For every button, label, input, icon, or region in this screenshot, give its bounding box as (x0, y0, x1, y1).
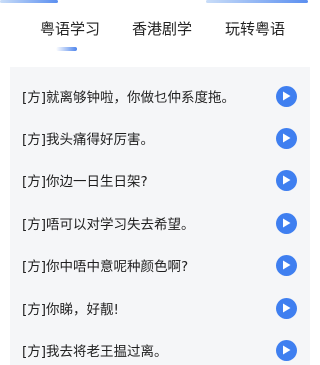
active-tab-indicator (56, 47, 77, 51)
play-icon[interactable] (276, 212, 297, 234)
phrase-text: [方]唔可以对学习失去希望。 (22, 217, 195, 233)
phrase-text: [方]我头痛得好厉害。 (22, 132, 155, 148)
play-icon[interactable] (276, 254, 297, 276)
play-icon[interactable] (276, 297, 297, 319)
list-item: [方]你中唔中意呢种颜色啊? (10, 244, 310, 286)
play-icon[interactable] (276, 127, 297, 149)
play-icon[interactable] (276, 169, 297, 191)
phrase-text: [方]你边一日生日架? (22, 174, 148, 190)
list-item: [方]唔可以对学习失去希望。 (10, 202, 310, 244)
list-item: [方]我去将老王揾过离。 (10, 329, 310, 365)
tab-hk-drama[interactable]: 香港剧学 (132, 18, 192, 39)
play-icon[interactable] (276, 339, 297, 361)
tab-cantonese-learning[interactable]: 粤语学习 (40, 18, 100, 39)
phrase-list: [方]就离够钟啦，你做乜仲系度拖。 [方]我头痛得好厉害。 [方]你边一日生日架… (10, 67, 310, 365)
phrase-text: [方]你中唔中意呢种颜色啊? (22, 259, 189, 275)
list-item: [方]你边一日生日架? (10, 159, 310, 201)
list-item: [方]就离够钟啦，你做乜仲系度拖。 (10, 75, 310, 117)
tab-bar: 粤语学习 香港剧学 玩转粤语 (0, 18, 320, 58)
tab-fun-cantonese[interactable]: 玩转粤语 (225, 18, 285, 39)
top-accent-right (206, 0, 308, 3)
phrase-text: [方]就离够钟啦，你做乜仲系度拖。 (22, 90, 236, 106)
phrase-text: [方]我去将老王揾过离。 (22, 344, 168, 360)
list-item: [方]我头痛得好厉害。 (10, 117, 310, 159)
phrase-text: [方]你睇，好靓! (22, 302, 119, 318)
list-item: [方]你睇，好靓! (10, 287, 310, 329)
play-icon[interactable] (276, 85, 297, 107)
top-accent-left (0, 0, 58, 3)
